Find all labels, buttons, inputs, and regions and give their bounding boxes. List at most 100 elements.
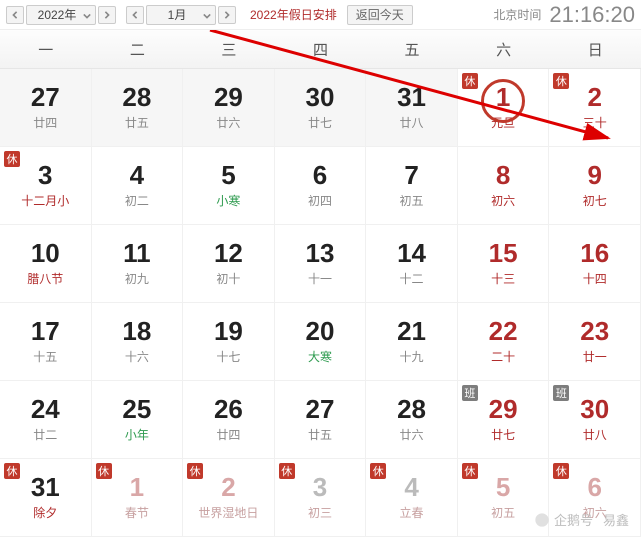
year-next-button[interactable] bbox=[98, 6, 116, 24]
rest-badge: 休 bbox=[4, 151, 20, 167]
today-indicator bbox=[481, 79, 525, 123]
rest-badge: 休 bbox=[96, 463, 112, 479]
day-subtitle: 十一 bbox=[308, 270, 332, 287]
day-number: 5 bbox=[221, 162, 235, 188]
calendar-cell[interactable]: 20大寒 bbox=[275, 303, 367, 381]
day-subtitle: 小年 bbox=[125, 426, 149, 443]
rest-badge: 休 bbox=[462, 73, 478, 89]
calendar-cell[interactable]: 15十三 bbox=[458, 225, 550, 303]
calendar-cell[interactable]: 11初九 bbox=[92, 225, 184, 303]
day-subtitle: 初六 bbox=[491, 192, 515, 209]
day-number: 4 bbox=[404, 474, 418, 500]
calendar-cell[interactable]: 7初五 bbox=[366, 147, 458, 225]
watermark: 企鹅号 易鑫 bbox=[534, 510, 629, 529]
calendar-cell[interactable]: 22二十 bbox=[458, 303, 550, 381]
calendar-cell[interactable]: 班29廿七 bbox=[458, 381, 550, 459]
calendar-cell[interactable]: 休4立春 bbox=[366, 459, 458, 537]
calendar-cell[interactable]: 14十二 bbox=[366, 225, 458, 303]
rest-badge: 休 bbox=[187, 463, 203, 479]
day-number: 2 bbox=[221, 474, 235, 500]
day-number: 25 bbox=[122, 396, 151, 422]
weekday-label: 一 bbox=[0, 30, 92, 68]
calendar-cell[interactable]: 休2三十 bbox=[549, 69, 641, 147]
day-number: 5 bbox=[496, 474, 510, 500]
calendar-cell[interactable]: 29 廿六 bbox=[183, 69, 275, 147]
rest-badge: 休 bbox=[553, 73, 569, 89]
calendar-cell[interactable]: 28 廿五 bbox=[92, 69, 184, 147]
month-prev-button[interactable] bbox=[126, 6, 144, 24]
calendar-cell[interactable]: 19十七 bbox=[183, 303, 275, 381]
rest-badge: 休 bbox=[4, 463, 20, 479]
day-subtitle: 廿五 bbox=[125, 114, 149, 131]
day-number: 31 bbox=[397, 84, 426, 110]
calendar-cell[interactable]: 休 1 春节 bbox=[92, 459, 184, 537]
calendar-cell[interactable]: 10腊八节 bbox=[0, 225, 92, 303]
day-number: 29 bbox=[214, 84, 243, 110]
calendar-cell[interactable]: 27廿五 bbox=[275, 381, 367, 459]
day-subtitle: 二十 bbox=[491, 348, 515, 365]
weekday-label: 四 bbox=[275, 30, 367, 68]
calendar-cell[interactable]: 18 十六 bbox=[92, 303, 184, 381]
calendar-cell[interactable]: 30廿七 bbox=[275, 69, 367, 147]
day-subtitle: 初三 bbox=[308, 504, 332, 521]
calendar-cell[interactable]: 16十四 bbox=[549, 225, 641, 303]
day-subtitle: 大寒 bbox=[308, 348, 332, 365]
calendar-cell[interactable]: 21 十九 bbox=[366, 303, 458, 381]
calendar-cell[interactable]: 31廿八 bbox=[366, 69, 458, 147]
calendar-cell[interactable]: 8初六 bbox=[458, 147, 550, 225]
day-subtitle: 廿四 bbox=[216, 426, 240, 443]
calendar-cell[interactable]: 26廿四 bbox=[183, 381, 275, 459]
calendar-cell[interactable]: 休 3 初三 bbox=[275, 459, 367, 537]
rest-badge: 休 bbox=[279, 463, 295, 479]
day-subtitle: 小寒 bbox=[216, 192, 240, 209]
calendar-cell[interactable]: 4初二 bbox=[92, 147, 184, 225]
calendar-cell[interactable]: 休 2 世界湿地日 bbox=[183, 459, 275, 537]
calendar-cell[interactable]: 28廿六 bbox=[366, 381, 458, 459]
return-today-button[interactable]: 返回今天 bbox=[347, 5, 413, 25]
day-subtitle: 十二月小 bbox=[21, 192, 69, 209]
day-number: 28 bbox=[397, 396, 426, 422]
day-number: 21 bbox=[397, 318, 426, 344]
year-select[interactable]: 2022年 bbox=[26, 5, 96, 25]
day-number: 3 bbox=[313, 474, 327, 500]
day-number: 13 bbox=[306, 240, 335, 266]
calendar-cell[interactable]: 班30廿八 bbox=[549, 381, 641, 459]
chevron-down-icon bbox=[203, 12, 211, 20]
calendar-cell[interactable]: 6初四 bbox=[275, 147, 367, 225]
month-next-button[interactable] bbox=[218, 6, 236, 24]
weekday-label: 六 bbox=[458, 30, 550, 68]
day-subtitle: 十六 bbox=[125, 348, 149, 365]
day-number: 18 bbox=[122, 318, 151, 344]
calendar-cell[interactable]: 12初十 bbox=[183, 225, 275, 303]
day-subtitle: 十九 bbox=[400, 348, 424, 365]
day-subtitle: 廿五 bbox=[308, 426, 332, 443]
day-number: 15 bbox=[489, 240, 518, 266]
day-number: 28 bbox=[122, 84, 151, 110]
day-subtitle: 春节 bbox=[125, 504, 149, 521]
calendar-cell[interactable]: 9初七 bbox=[549, 147, 641, 225]
year-prev-button[interactable] bbox=[6, 6, 24, 24]
day-number: 1 bbox=[130, 474, 144, 500]
day-number: 31 bbox=[31, 474, 60, 500]
calendar-cell[interactable]: 24廿二 bbox=[0, 381, 92, 459]
month-select[interactable]: 1月 bbox=[146, 5, 216, 25]
calendar-cell[interactable]: 5 小寒 bbox=[183, 147, 275, 225]
rest-badge: 休 bbox=[553, 463, 569, 479]
day-subtitle: 初五 bbox=[400, 192, 424, 209]
calendar-grid: 27廿四28廿五29廿六30廿七31廿八休1元旦休2三十休3十二月小4初二5小寒… bbox=[0, 69, 641, 537]
day-subtitle: 初二 bbox=[125, 192, 149, 209]
day-subtitle: 廿六 bbox=[216, 114, 240, 131]
day-subtitle: 世界湿地日 bbox=[198, 504, 258, 521]
calendar-cell[interactable]: 17十五 bbox=[0, 303, 92, 381]
calendar-cell[interactable]: 25 小年 bbox=[92, 381, 184, 459]
weekday-label: 日 bbox=[549, 30, 641, 68]
clock-display: 21:16:20 bbox=[549, 2, 635, 28]
calendar-cell[interactable]: 13 十一 bbox=[275, 225, 367, 303]
calendar-cell[interactable]: 休3十二月小 bbox=[0, 147, 92, 225]
calendar-cell[interactable]: 休31除夕 bbox=[0, 459, 92, 537]
calendar-cell[interactable]: 23廿一 bbox=[549, 303, 641, 381]
calendar-cell[interactable]: 休1元旦 bbox=[458, 69, 550, 147]
calendar-cell[interactable]: 27廿四 bbox=[0, 69, 92, 147]
holiday-schedule-link[interactable]: 2022年假日安排 bbox=[250, 6, 337, 23]
day-number: 27 bbox=[31, 84, 60, 110]
